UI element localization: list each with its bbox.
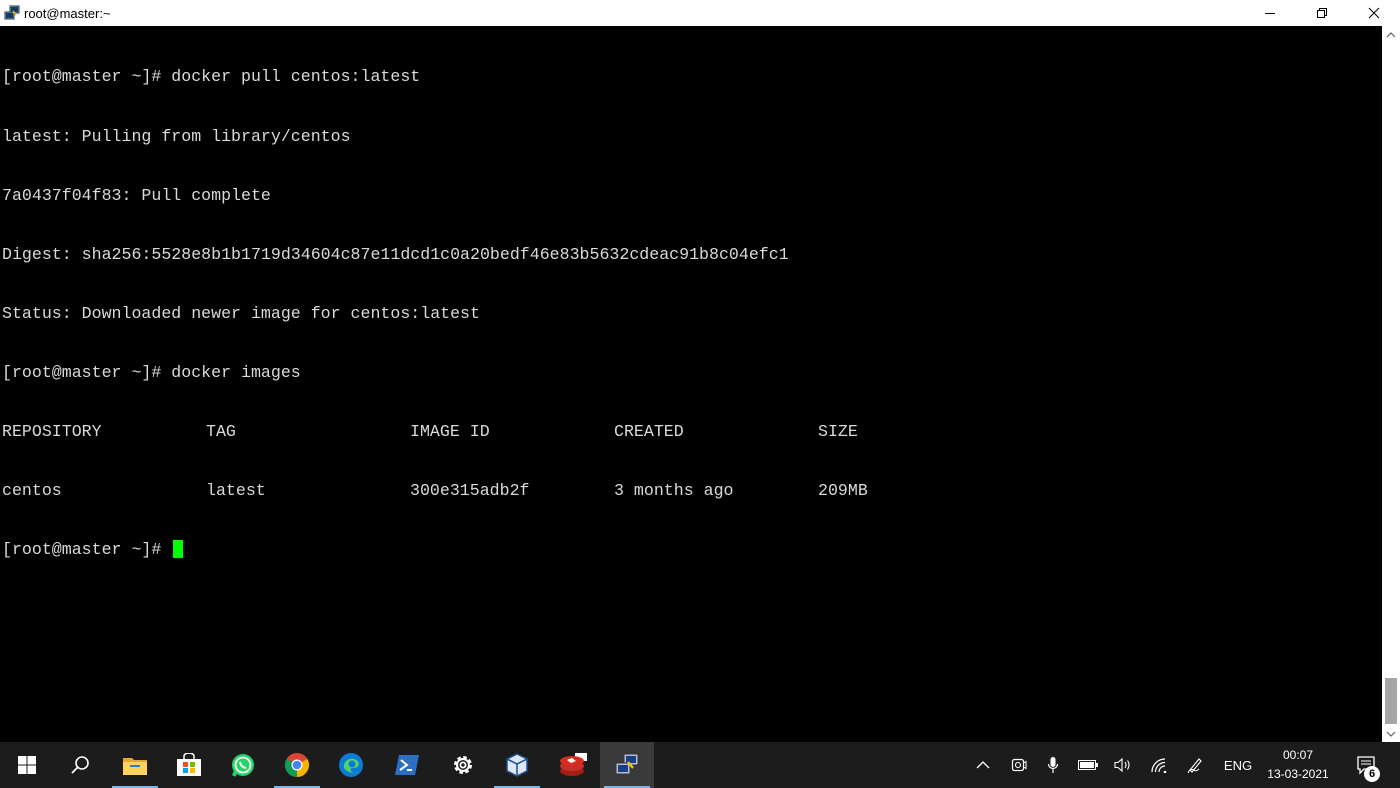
taskbar-putty[interactable] [600,742,654,788]
tray-volume[interactable] [1110,742,1136,788]
taskbar-edge[interactable] [324,742,378,788]
taskbar-settings[interactable] [436,742,490,788]
column-header-repository: REPOSITORY [2,421,102,441]
search-button[interactable] [54,742,106,788]
settings-icon [454,756,472,774]
shell-prompt: [root@master ~]# [2,540,172,560]
terminal-output: [root@master ~]# docker pull centos:late… [0,26,1382,599]
terminal-window[interactable]: [root@master ~]# docker pull centos:late… [0,26,1382,742]
volume-icon [1114,757,1130,773]
taskbar-virtualbox[interactable] [490,742,544,788]
clock-time: 00:07 [1282,748,1314,762]
scroll-down-button[interactable] [1382,725,1400,742]
taskbar-whatsapp[interactable] [216,742,270,788]
virtualbox-icon [506,753,528,777]
cell-repository: centos [2,481,62,501]
redis-icon [560,753,587,776]
cell-created: 3 months ago [614,481,734,501]
terminal-line: [root@master ~]# docker pull centos:late… [2,67,421,87]
taskbar-store[interactable] [162,742,216,788]
chevron-up-icon [976,761,990,769]
terminal-line: latest: Pulling from library/centos [2,126,351,146]
scroll-up-button[interactable] [1382,26,1400,43]
tray-camera[interactable] [1006,742,1032,788]
pen-icon [1187,758,1202,774]
start-icon [18,756,36,774]
action-center-button[interactable] [1346,742,1386,788]
tray-wifi[interactable] [1146,742,1172,788]
language-indicator[interactable]: ENG [1218,742,1258,788]
column-header-size: SIZE [818,421,858,441]
cell-image-id: 300e315adb2f [410,481,530,501]
taskbar-powershell[interactable] [380,742,434,788]
terminal-line: Status: Downloaded newer image for cento… [2,303,480,323]
language-label: ENG [1223,757,1253,773]
show-hidden-icons-button[interactable] [970,742,996,788]
restore-button[interactable] [1296,0,1348,26]
cell-tag: latest [206,481,266,501]
column-header-image-id: IMAGE ID [410,421,490,441]
table-header-row: REPOSITORY TAG IMAGE ID CREATED SIZE [2,422,1382,442]
notification-count-badge: 6 [1364,766,1380,782]
clock-date: 13-03-2021 [1267,767,1329,781]
cell-size: 209MB [818,481,868,501]
tray-battery[interactable] [1074,742,1102,788]
prompt-line[interactable]: [root@master ~]# [2,540,1382,560]
putty-icon [615,753,639,775]
column-header-created: CREATED [614,421,684,441]
vertical-scrollbar[interactable] [1382,26,1400,742]
text-cursor [173,540,184,559]
tray-microphone[interactable] [1040,742,1066,788]
taskbar-redis[interactable] [546,742,600,788]
taskbar-file-explorer[interactable] [108,742,162,788]
terminal-line: [root@master ~]# docker images [2,362,301,382]
edge-icon [339,753,363,777]
whatsapp-icon [232,754,254,777]
microphone-icon [1047,757,1059,773]
start-button[interactable] [0,742,54,788]
table-row: centos latest 300e315adb2f 3 months ago … [2,481,1382,501]
wifi-icon [1151,758,1167,773]
camera-icon [1011,758,1027,772]
window-title: root@master:~ [24,5,111,21]
tray-pen[interactable] [1182,742,1208,788]
putty-icon [4,5,20,21]
taskbar: ENG 00:07 13-03-2021 [0,742,1400,788]
terminal-line: 7a0437f04f83: Pull complete [2,185,271,205]
taskbar-chrome[interactable] [270,742,324,788]
minimize-button[interactable] [1244,0,1296,26]
column-header-tag: TAG [206,421,236,441]
file-explorer-icon [123,758,147,775]
battery-icon [1078,760,1098,770]
clock[interactable]: 00:07 13-03-2021 [1258,746,1338,784]
store-icon [177,753,201,776]
chrome-icon [284,753,310,777]
close-button[interactable] [1348,0,1400,26]
powershell-icon [395,755,419,775]
search-icon [71,756,89,774]
scrollbar-thumb[interactable] [1385,678,1397,724]
title-bar[interactable]: root@master:~ [0,0,1400,26]
terminal-line: Digest: sha256:5528e8b1b1719d34604c87e11… [2,244,789,264]
